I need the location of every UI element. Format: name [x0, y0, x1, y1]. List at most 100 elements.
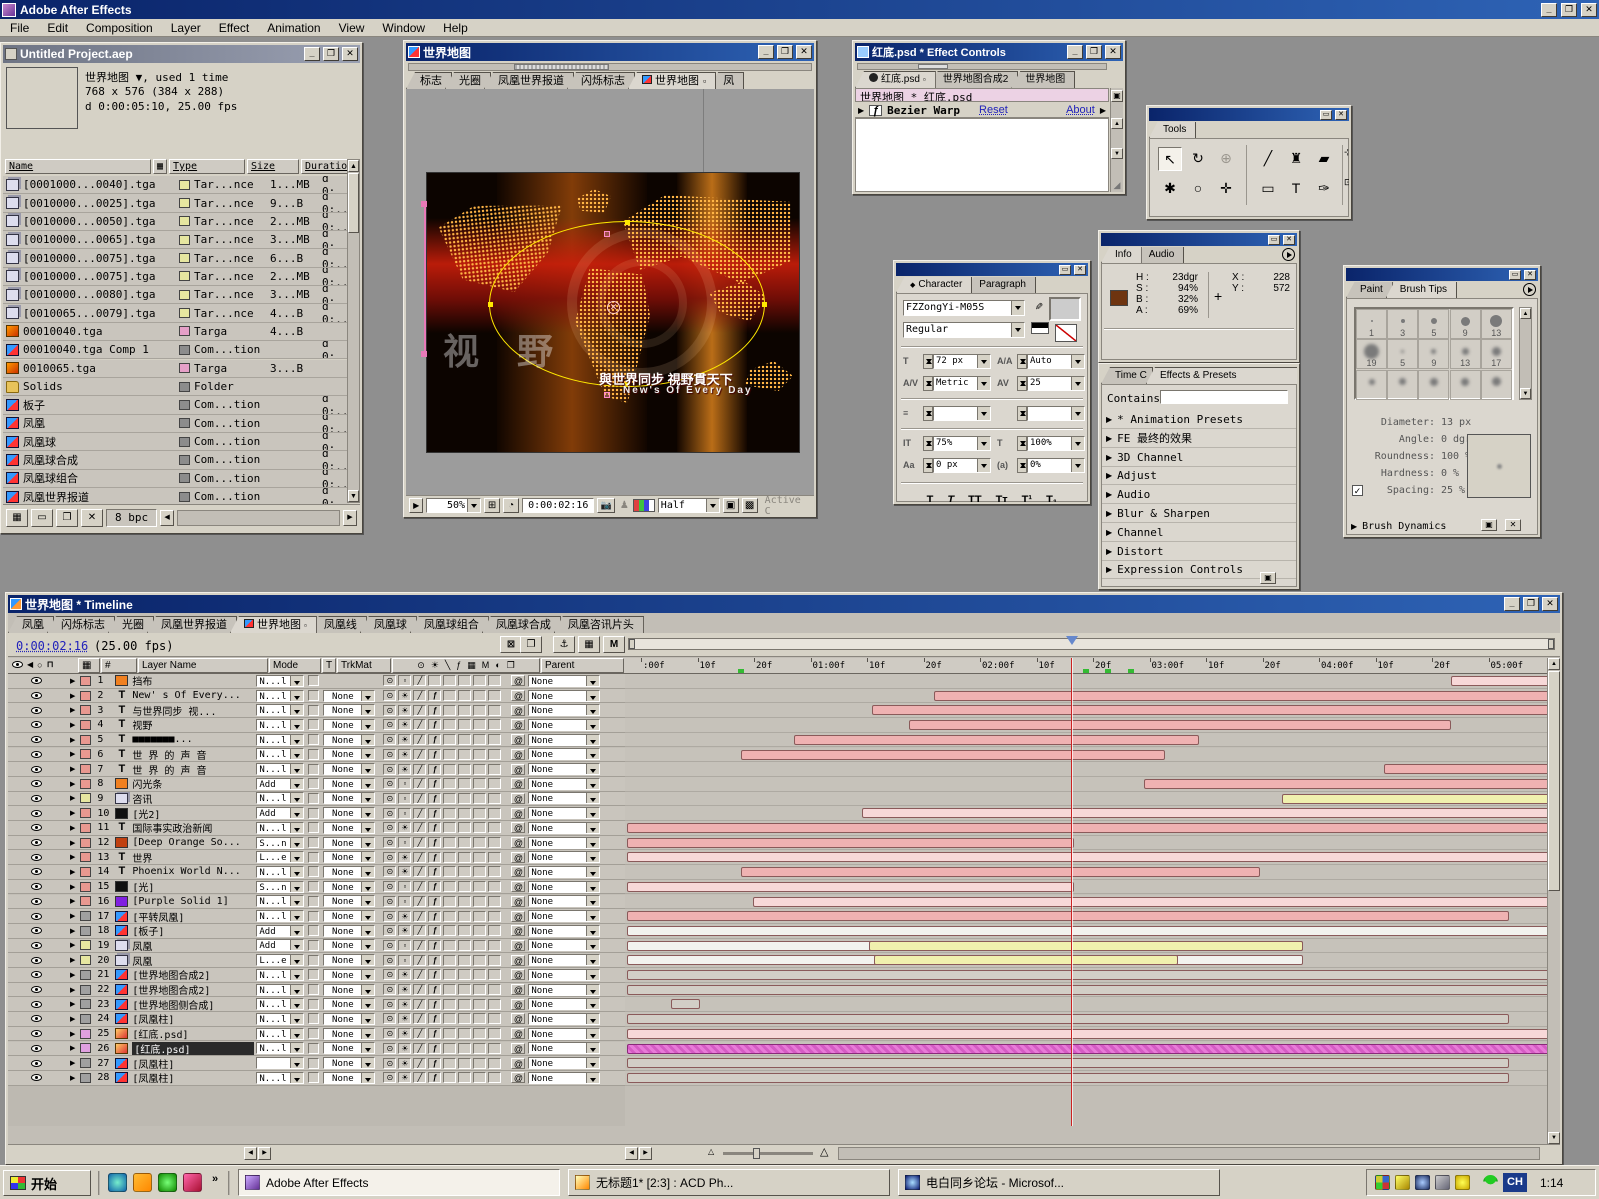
tool-selection-icon[interactable]: ↖: [1158, 147, 1182, 171]
switch-e2-icon[interactable]: [458, 925, 471, 936]
tab-scroll-strip[interactable]: [857, 63, 1107, 70]
layer-mode-dropdown[interactable]: N...l: [256, 969, 304, 981]
switch-e1-icon[interactable]: [443, 1028, 456, 1039]
layer-mode-arrow[interactable]: [290, 999, 303, 1009]
switch-e3-icon[interactable]: [473, 940, 486, 951]
project-item-row[interactable]: 凤凰球合成Com...tiond 0:...3:0: [3, 451, 349, 469]
layer-parent-arrow[interactable]: [586, 705, 599, 715]
switch-blur-icon[interactable]: ╱: [413, 896, 426, 907]
layer-duration-bar[interactable]: [627, 838, 1074, 848]
layer-mode-dropdown[interactable]: L...e: [256, 851, 304, 863]
switch-f-icon[interactable]: ƒ: [428, 808, 441, 819]
switch-e3-icon[interactable]: [473, 1058, 486, 1069]
expand-arrow-icon[interactable]: ▶: [1351, 522, 1357, 531]
char-field-spinner[interactable]: [1017, 354, 1027, 369]
spacing-checkbox[interactable]: ✓: [1352, 485, 1363, 496]
font-style-dropdown[interactable]: Regular: [903, 322, 1025, 338]
layer-label-color[interactable]: [80, 985, 91, 995]
layer-t-cell[interactable]: [308, 719, 319, 730]
scroll-thumb[interactable]: [1548, 671, 1560, 891]
layer-trkmat-arrow[interactable]: [361, 1029, 374, 1039]
switch-e2-icon[interactable]: [458, 940, 471, 951]
layer-name[interactable]: ■■■■■■■...: [132, 734, 254, 745]
layer-trkmat-arrow[interactable]: [361, 985, 374, 995]
layer-visibility-toggle[interactable]: [31, 692, 42, 699]
layer-parent-dropdown[interactable]: None: [528, 690, 600, 702]
char-field-spinner[interactable]: [923, 406, 933, 421]
switch-e1-icon[interactable]: [443, 866, 456, 877]
layer-duration-bar[interactable]: [627, 985, 1560, 995]
layer-visibility-toggle[interactable]: [31, 971, 42, 978]
switch-f-icon[interactable]: ƒ: [428, 940, 441, 951]
layer-name[interactable]: [世界地图合成2]: [132, 983, 254, 997]
layer-label-color[interactable]: [80, 676, 91, 686]
switch-f-icon[interactable]: ƒ: [428, 690, 441, 701]
layer-row[interactable]: ▶12[Deep Orange So...S...nNone⊙▫╱ƒ@None: [8, 836, 625, 851]
clock[interactable]: 1:14: [1540, 1176, 1563, 1190]
char-style-button-1[interactable]: T: [947, 494, 954, 502]
layer-parent-dropdown[interactable]: None: [528, 954, 600, 966]
pane-scroll-left-arrow[interactable]: ◀: [244, 1147, 257, 1160]
connections-icon[interactable]: [1435, 1175, 1450, 1190]
layer-trkmat-arrow[interactable]: [361, 808, 374, 818]
switch-blur-icon[interactable]: ╱: [413, 749, 426, 760]
layer-mode-dropdown[interactable]: N...l: [256, 910, 304, 922]
char-field-dropdown[interactable]: 100%: [1027, 436, 1085, 451]
layer-mode-dropdown[interactable]: N...l: [256, 704, 304, 716]
expand-arrow-icon[interactable]: ▶: [1106, 528, 1112, 537]
project-close-button[interactable]: ✕: [342, 47, 358, 61]
layer-t-cell[interactable]: [308, 896, 319, 907]
column-header-name[interactable]: Name: [5, 159, 151, 174]
layer-label-color[interactable]: [80, 1073, 91, 1083]
switch-shy-icon[interactable]: ⊙: [383, 837, 396, 848]
layer-trkmat-dropdown[interactable]: None: [323, 690, 375, 702]
tool-pen-icon[interactable]: ✑: [1312, 177, 1336, 201]
switch-blur-icon[interactable]: ╱: [413, 822, 426, 833]
parent-pickwhip-icon[interactable]: @: [511, 837, 525, 848]
layer-parent-arrow[interactable]: [586, 1058, 599, 1068]
char-style-button-4[interactable]: T¹: [1022, 494, 1032, 502]
switch-e1-icon[interactable]: [443, 778, 456, 789]
maximize-button[interactable]: ❐: [1561, 3, 1577, 17]
switch-shy-icon[interactable]: ⊙: [383, 1072, 396, 1083]
project-item-row[interactable]: [0010000...0050].tgaTar...nce2...MBd 0:.…: [3, 213, 349, 231]
layer-row[interactable]: ▶28[凤凰柱]N...lNone⊙☀╱ƒ@None: [8, 1071, 625, 1086]
fill-color-swatch[interactable]: [1049, 297, 1081, 321]
switch-fx-icon[interactable]: ▫: [398, 793, 411, 804]
tool-axis-mode-icon[interactable]: ⊹: [1344, 147, 1349, 157]
switch-e1-icon[interactable]: [443, 896, 456, 907]
layer-trkmat-arrow[interactable]: [361, 705, 374, 715]
switch-f-icon[interactable]: ƒ: [428, 852, 441, 863]
switch-e4-icon[interactable]: [488, 999, 501, 1010]
layer-t-cell[interactable]: [308, 1028, 319, 1039]
switch-shy-icon[interactable]: ⊙: [383, 866, 396, 877]
switch-e4-icon[interactable]: [488, 969, 501, 980]
tools-close-button[interactable]: ✕: [1335, 110, 1347, 120]
project-titlebar[interactable]: Untitled Project.aep _ ❐ ✕: [3, 45, 360, 63]
switch-e1-icon[interactable]: [443, 837, 456, 848]
channel-icon[interactable]: [633, 499, 654, 512]
layer-visibility-toggle[interactable]: [31, 854, 42, 861]
expand-arrow-icon[interactable]: ▶: [1106, 565, 1112, 574]
switch-e2-icon[interactable]: [458, 719, 471, 730]
switch-e4-icon[interactable]: [488, 955, 501, 966]
project-item-row[interactable]: [0010000...0065].tgaTar...nce3...MBd 0:.…: [3, 231, 349, 249]
switch-e2-icon[interactable]: [458, 675, 471, 686]
layer-expand-arrow[interactable]: ▶: [70, 692, 75, 700]
layer-duration-bar[interactable]: [1282, 794, 1560, 804]
layer-row[interactable]: ▶14TPhoenix World N...N...lNone⊙☀╱ƒ@None: [8, 865, 625, 880]
layer-row[interactable]: ▶16[Purple Solid 1]N...lNone⊙▫╱ƒ@None: [8, 895, 625, 910]
project-item-row[interactable]: [0001000...0040].tgaTar...nce1...MBd 0:.…: [3, 176, 349, 194]
layer-parent-arrow[interactable]: [586, 999, 599, 1009]
expand-arrow-icon[interactable]: ▶: [1106, 415, 1112, 424]
layer-expand-arrow[interactable]: ▶: [70, 1044, 75, 1052]
switch-blur-icon[interactable]: ╱: [413, 719, 426, 730]
layer-duration-bar[interactable]: [627, 970, 1560, 980]
timeline-vscrollbar[interactable]: ▲▼: [1547, 658, 1560, 1144]
tool-clone-stamp-icon[interactable]: ♜: [1284, 147, 1308, 171]
layer-trkmat-dropdown[interactable]: None: [323, 734, 375, 746]
switch-f-icon[interactable]: ƒ: [428, 881, 441, 892]
switch-blur-icon[interactable]: ╱: [413, 837, 426, 848]
layer-expand-arrow[interactable]: ▶: [70, 956, 75, 964]
layer-parent-arrow[interactable]: [586, 1014, 599, 1024]
